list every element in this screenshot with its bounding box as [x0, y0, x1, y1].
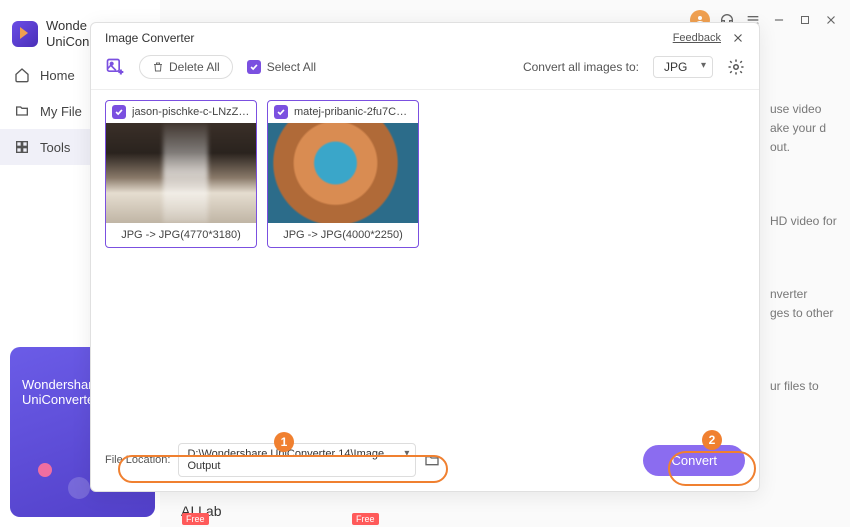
free-tag: Free — [352, 513, 379, 525]
hint-text: ur files to — [770, 377, 840, 396]
file-thumbnail — [268, 123, 418, 223]
promo-decoration-icon — [38, 463, 52, 477]
convert-to-label: Convert all images to: — [523, 60, 639, 74]
file-thumbnail — [106, 123, 256, 223]
dialog-title: Image Converter — [105, 31, 194, 45]
tools-icon — [14, 139, 30, 155]
hint-text: HD video for — [770, 212, 840, 231]
delete-all-label: Delete All — [169, 60, 220, 74]
convert-button[interactable]: Convert — [643, 445, 745, 476]
files-list: jason-pischke-c-LNzZxJtZ... JPG -> JPG(4… — [91, 90, 759, 433]
app-name-line1: Wonde — [46, 18, 89, 34]
add-image-icon[interactable] — [105, 57, 125, 77]
minimize-icon[interactable] — [770, 11, 788, 29]
free-tag: Free — [182, 513, 209, 525]
dialog-footer: File Location: D:\Wondershare UniConvert… — [91, 433, 759, 491]
select-all-label: Select All — [267, 60, 316, 74]
hint-text: use video ake your d out. — [770, 100, 840, 158]
background-hints: use video ake your d out. HD video for n… — [770, 100, 840, 450]
maximize-icon[interactable] — [796, 11, 814, 29]
output-settings-icon[interactable] — [727, 58, 745, 76]
trash-icon — [152, 61, 164, 73]
file-conversion-info: JPG -> JPG(4000*2250) — [268, 223, 418, 247]
file-name: matej-pribanic-2fu7CsklT... — [294, 106, 412, 118]
close-window-icon[interactable] — [822, 11, 840, 29]
dialog-toolbar: Delete All Select All Convert all images… — [91, 49, 759, 90]
file-location-label: File Location: — [105, 454, 170, 466]
home-icon — [14, 67, 30, 83]
close-icon[interactable] — [731, 31, 745, 45]
files-icon — [14, 103, 30, 119]
nav-home-label: Home — [40, 68, 75, 83]
select-all-checkbox[interactable]: Select All — [247, 60, 316, 74]
checkbox-icon[interactable] — [274, 105, 288, 119]
checkbox-icon — [247, 60, 261, 74]
nav-files-label: My File — [40, 104, 82, 119]
file-name: jason-pischke-c-LNzZxJtZ... — [132, 106, 250, 118]
app-name-line2: UniCon — [46, 34, 89, 50]
feedback-link[interactable]: Feedback — [673, 32, 721, 44]
delete-all-button[interactable]: Delete All — [139, 55, 233, 79]
app-logo-icon — [12, 21, 38, 47]
promo-decoration-icon — [68, 477, 90, 499]
dialog-header: Image Converter Feedback — [91, 23, 759, 49]
app-name: Wonde UniCon — [46, 18, 89, 49]
nav-tools-label: Tools — [40, 140, 70, 155]
checkbox-icon[interactable] — [112, 105, 126, 119]
format-value: JPG — [664, 60, 687, 74]
browse-folder-icon[interactable] — [424, 452, 440, 468]
file-location-select[interactable]: D:\Wondershare UniConverter 14\Image Out… — [178, 443, 416, 477]
image-converter-dialog: Image Converter Feedback Delete All Sele… — [90, 22, 760, 492]
convert-button-label: Convert — [671, 453, 717, 468]
file-location-path: D:\Wondershare UniConverter 14\Image Out… — [187, 448, 384, 472]
file-conversion-info: JPG -> JPG(4770*3180) — [106, 223, 256, 247]
hint-text: nverter ges to other — [770, 285, 840, 323]
file-card[interactable]: matej-pribanic-2fu7CsklT... JPG -> JPG(4… — [267, 100, 419, 248]
format-select[interactable]: JPG — [653, 56, 713, 78]
file-card[interactable]: jason-pischke-c-LNzZxJtZ... JPG -> JPG(4… — [105, 100, 257, 248]
